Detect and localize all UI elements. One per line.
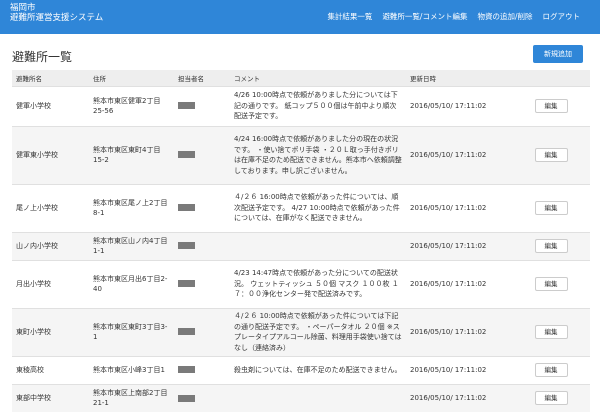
shelter-address: 熊本市東区尾ノ上2丁目8-1 [89, 183, 174, 232]
shelter-comment: ４/２６ 10:00時点で依頼があった件については下記の通り配送予定です。 ・ペ… [230, 307, 406, 356]
updated-at: 2016/05/10/ 17:11:02 [406, 125, 512, 184]
nav-menu: 集計結果一覧 避難所一覧/コメント編集 物資の追加/削除 ログアウト [327, 11, 580, 22]
redacted-staff-name [178, 366, 195, 374]
brand-system-name: 避難所運営支援システム [10, 13, 104, 23]
header-staff: 担当者名 [174, 70, 230, 86]
shelter-comment: 4/24 16:00時点で依頼がありました分の現在の状況です。 ・使い捨てポリ手… [230, 125, 406, 184]
header-comment: コメント [230, 70, 406, 86]
table-row: 尾ノ上小学校 熊本市東区尾ノ上2丁目8-1 ４/２６ 16:00時点で依頼があっ… [12, 183, 590, 232]
redacted-staff-name [178, 280, 195, 288]
shelter-comment [230, 383, 406, 412]
table-row: 東部中学校 熊本市東区上南部2丁目21-1 2016/05/10/ 17:11:… [12, 383, 590, 412]
edit-button[interactable]: 編集 [534, 363, 568, 377]
header-updated: 更新日時 [406, 70, 512, 86]
app-brand[interactable]: 福岡市 避難所運営支援システム [10, 3, 103, 23]
edit-button[interactable]: 編集 [534, 277, 568, 291]
updated-at: 2016/05/10/ 17:11:02 [406, 259, 512, 308]
shelter-address: 熊本市東区山ノ内4丁目1-1 [89, 231, 174, 260]
shelter-name: 月出小学校 [12, 259, 89, 308]
shelter-address: 熊本市東区小峰3丁目1 [89, 355, 174, 384]
edit-button[interactable]: 編集 [534, 239, 568, 253]
staff-cell [174, 125, 230, 184]
shelter-address: 熊本市東区上南部2丁目21-1 [89, 383, 174, 412]
updated-at: 2016/05/10/ 17:11:02 [406, 85, 512, 126]
action-cell: 編集 [512, 259, 590, 308]
shelter-address: 熊本市東区東町4丁目15-2 [89, 125, 174, 184]
action-cell: 編集 [512, 85, 590, 126]
action-cell: 編集 [512, 231, 590, 260]
staff-cell [174, 383, 230, 412]
header-address: 住所 [89, 70, 174, 86]
redacted-staff-name [178, 394, 195, 402]
staff-cell [174, 183, 230, 232]
shelter-comment: 4/23 14:47時点で依頼があった分についての配送状況。 ウェットティッシュ… [230, 259, 406, 308]
redacted-staff-name [178, 102, 195, 110]
edit-button[interactable]: 編集 [534, 148, 568, 162]
updated-at: 2016/05/10/ 17:11:02 [406, 355, 512, 384]
shelter-table: 避難所名 住所 担当者名 コメント 更新日時 健軍小学校 熊本市東区健軍2丁目2… [12, 70, 590, 412]
table-body: 健軍小学校 熊本市東区健軍2丁目25-56 4/26 10:00時点で依頼があり… [12, 85, 590, 412]
staff-cell [174, 85, 230, 126]
shelter-comment: ４/２６ 16:00時点で依頼があった件については、順次配送予定です。 4/27… [230, 183, 406, 232]
shelter-address: 熊本市東区東町3丁目3-1 [89, 307, 174, 356]
action-cell: 編集 [512, 355, 590, 384]
shelter-comment: 4/26 10:00時点で依頼がありました分については下記の通りです。 紙コップ… [230, 85, 406, 126]
action-cell: 編集 [512, 383, 590, 412]
nav-supplies-edit[interactable]: 物資の追加/削除 [477, 11, 532, 22]
staff-cell [174, 259, 230, 308]
header-actions [512, 70, 590, 86]
edit-button[interactable]: 編集 [534, 99, 568, 113]
updated-at: 2016/05/10/ 17:11:02 [406, 383, 512, 412]
staff-cell [174, 231, 230, 260]
nav-shelter-list[interactable]: 避難所一覧/コメント編集 [382, 11, 467, 22]
header-shelter-name: 避難所名 [12, 70, 89, 86]
staff-cell [174, 307, 230, 356]
shelter-name: 健軍小学校 [12, 85, 89, 126]
top-navbar: 福岡市 避難所運営支援システム 集計結果一覧 避難所一覧/コメント編集 物資の追… [0, 0, 600, 34]
shelter-name: 健軍東小学校 [12, 125, 89, 184]
edit-button[interactable]: 編集 [534, 391, 568, 406]
shelter-comment: 殺虫剤については、在庫不足のため配送できません。 [230, 355, 406, 384]
shelter-address: 熊本市東区月出6丁目2-40 [89, 259, 174, 308]
action-cell: 編集 [512, 307, 590, 356]
table-row: 東稜高校 熊本市東区小峰3丁目1 殺虫剤については、在庫不足のため配送できません… [12, 355, 590, 384]
redacted-staff-name [178, 328, 195, 336]
edit-button[interactable]: 編集 [534, 201, 568, 215]
table-header-row: 避難所名 住所 担当者名 コメント 更新日時 [12, 70, 590, 86]
shelter-name: 東町小学校 [12, 307, 89, 356]
shelter-comment [230, 231, 406, 260]
shelter-name: 山ノ内小学校 [12, 231, 89, 260]
brand-city: 福岡市 [10, 3, 36, 13]
table-row: 山ノ内小学校 熊本市東区山ノ内4丁目1-1 2016/05/10/ 17:11:… [12, 231, 590, 260]
nav-summary-list[interactable]: 集計結果一覧 [327, 11, 372, 22]
updated-at: 2016/05/10/ 17:11:02 [406, 231, 512, 260]
shelter-name: 東稜高校 [12, 355, 89, 384]
new-shelter-button[interactable]: 新規追加 [533, 45, 583, 63]
staff-cell [174, 355, 230, 384]
shelter-name: 東部中学校 [12, 383, 89, 412]
edit-button[interactable]: 編集 [534, 325, 568, 339]
nav-logout[interactable]: ログアウト [543, 11, 581, 22]
updated-at: 2016/05/10/ 17:11:02 [406, 307, 512, 356]
redacted-staff-name [178, 204, 195, 212]
action-cell: 編集 [512, 125, 590, 184]
redacted-staff-name [178, 242, 195, 250]
table-row: 月出小学校 熊本市東区月出6丁目2-40 4/23 14:47時点で依頼があった… [12, 259, 590, 308]
table-row: 健軍東小学校 熊本市東区東町4丁目15-2 4/24 16:00時点で依頼があり… [12, 125, 590, 184]
action-cell: 編集 [512, 183, 590, 232]
shelter-address: 熊本市東区健軍2丁目25-56 [89, 85, 174, 126]
table-row: 健軍小学校 熊本市東区健軍2丁目25-56 4/26 10:00時点で依頼があり… [12, 85, 590, 126]
table-row: 東町小学校 熊本市東区東町3丁目3-1 ４/２６ 10:00時点で依頼があった件… [12, 307, 590, 356]
updated-at: 2016/05/10/ 17:11:02 [406, 183, 512, 232]
page-title: 避難所一覧 [12, 50, 73, 64]
redacted-staff-name [178, 151, 195, 159]
shelter-name: 尾ノ上小学校 [12, 183, 89, 232]
